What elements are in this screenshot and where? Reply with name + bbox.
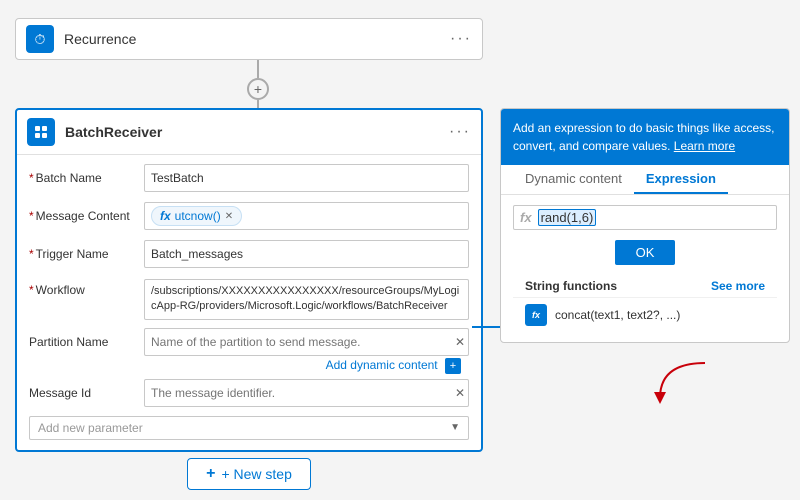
workflow-row: *Workflow /subscriptions/XXXXXXXXXXXXXXX… [29, 277, 469, 320]
partition-name-label: Partition Name [29, 335, 144, 349]
function-item-concat[interactable]: fx concat(text1, text2?, ...) [513, 297, 777, 332]
message-content-token: fx utcnow() ✕ [151, 206, 242, 226]
ok-button[interactable]: OK [615, 240, 675, 265]
batch-receiver-header: BatchReceiver ··· [17, 110, 481, 155]
connector-line-top [257, 60, 259, 78]
partition-input-wrap: ✕ [144, 328, 469, 356]
trigger-name-label: *Trigger Name [29, 247, 144, 261]
trigger-name-input[interactable] [144, 240, 469, 268]
new-step-button[interactable]: + + New step [187, 458, 311, 490]
message-content-row: *Message Content fx utcnow() ✕ [29, 201, 469, 231]
add-parameter-placeholder: Add new parameter [38, 421, 450, 435]
string-functions-section: String functions See more [513, 273, 777, 297]
ok-arrow-indicator [650, 358, 710, 408]
batch-name-label: *Batch Name [29, 171, 144, 185]
batch-name-input[interactable] [144, 164, 469, 192]
fx-icon: fx [160, 209, 171, 223]
message-id-clear-button[interactable]: ✕ [455, 386, 465, 400]
arrow-line [472, 326, 502, 328]
batch-receiver-ellipsis-button[interactable]: ··· [449, 123, 471, 141]
partition-name-input[interactable] [144, 328, 469, 356]
expression-highlight: rand(1,6) [538, 209, 597, 226]
clock-icon: ⏱ [35, 31, 46, 48]
partition-name-row: Partition Name ✕ Add dynamic content + [29, 328, 469, 374]
add-dynamic-content-link[interactable]: Add dynamic content + [326, 358, 465, 374]
right-panel-tabs: Dynamic content Expression [501, 165, 789, 195]
function-name: concat(text1, text2?, ...) [555, 308, 680, 322]
recurrence-icon: ⏱ [26, 25, 54, 53]
message-id-input[interactable] [144, 379, 469, 407]
batch-receiver-icon [27, 118, 55, 146]
add-parameter-row[interactable]: Add new parameter ▼ [29, 416, 469, 440]
token-value: utcnow() [175, 209, 221, 223]
batch-name-row: *Batch Name [29, 163, 469, 193]
workflow-value: /subscriptions/XXXXXXXXXXXXXXXX/resource… [144, 279, 469, 320]
chevron-down-icon: ▼ [450, 422, 460, 433]
recurrence-block: ⏱ Recurrence ··· [15, 18, 483, 60]
partition-clear-button[interactable]: ✕ [455, 335, 465, 349]
expression-input-row: fx rand(1,6) [513, 205, 777, 230]
right-panel-header: Add an expression to do basic things lik… [501, 109, 789, 165]
trigger-name-row: *Trigger Name [29, 239, 469, 269]
batch-receiver-title: BatchReceiver [65, 124, 449, 140]
message-id-row: Message Id ✕ [29, 378, 469, 408]
dynamic-content-plus-icon: + [445, 358, 461, 374]
batch-receiver-block: BatchReceiver ··· *Batch Name *Message C… [15, 108, 483, 452]
tab-expression[interactable]: Expression [634, 165, 728, 194]
new-step-plus-icon: + [206, 465, 215, 483]
learn-more-link[interactable]: Learn more [674, 139, 735, 153]
expression-input-display: rand(1,6) [538, 210, 770, 225]
batch-receiver-body: *Batch Name *Message Content fx utcnow()… [17, 155, 481, 450]
message-id-wrap: ✕ [144, 379, 469, 407]
recurrence-title: Recurrence [64, 31, 450, 47]
new-step-label: + New step [221, 466, 291, 482]
message-content-label: *Message Content [29, 209, 144, 223]
right-panel-header-text: Add an expression to do basic things lik… [513, 121, 774, 153]
right-panel: Add an expression to do basic things lik… [500, 108, 790, 343]
partition-name-inner: Partition Name ✕ [29, 328, 469, 356]
message-content-field[interactable]: fx utcnow() ✕ [144, 202, 469, 230]
recurrence-ellipsis-button[interactable]: ··· [450, 30, 472, 48]
new-step-area: + + New step [15, 458, 483, 490]
workflow-label: *Workflow [29, 279, 144, 297]
canvas: ⏱ Recurrence ··· + BatchReceiver ··· [0, 0, 800, 500]
expression-area: fx rand(1,6) OK String functions See mor… [501, 195, 789, 342]
add-step-circle-button[interactable]: + [247, 78, 269, 100]
see-more-link[interactable]: See more [711, 279, 765, 293]
function-fx-icon: fx [525, 304, 547, 326]
token-remove-button[interactable]: ✕ [225, 211, 233, 222]
message-id-label: Message Id [29, 386, 144, 400]
expression-fx-icon: fx [520, 210, 532, 225]
tab-dynamic-content[interactable]: Dynamic content [513, 165, 634, 194]
